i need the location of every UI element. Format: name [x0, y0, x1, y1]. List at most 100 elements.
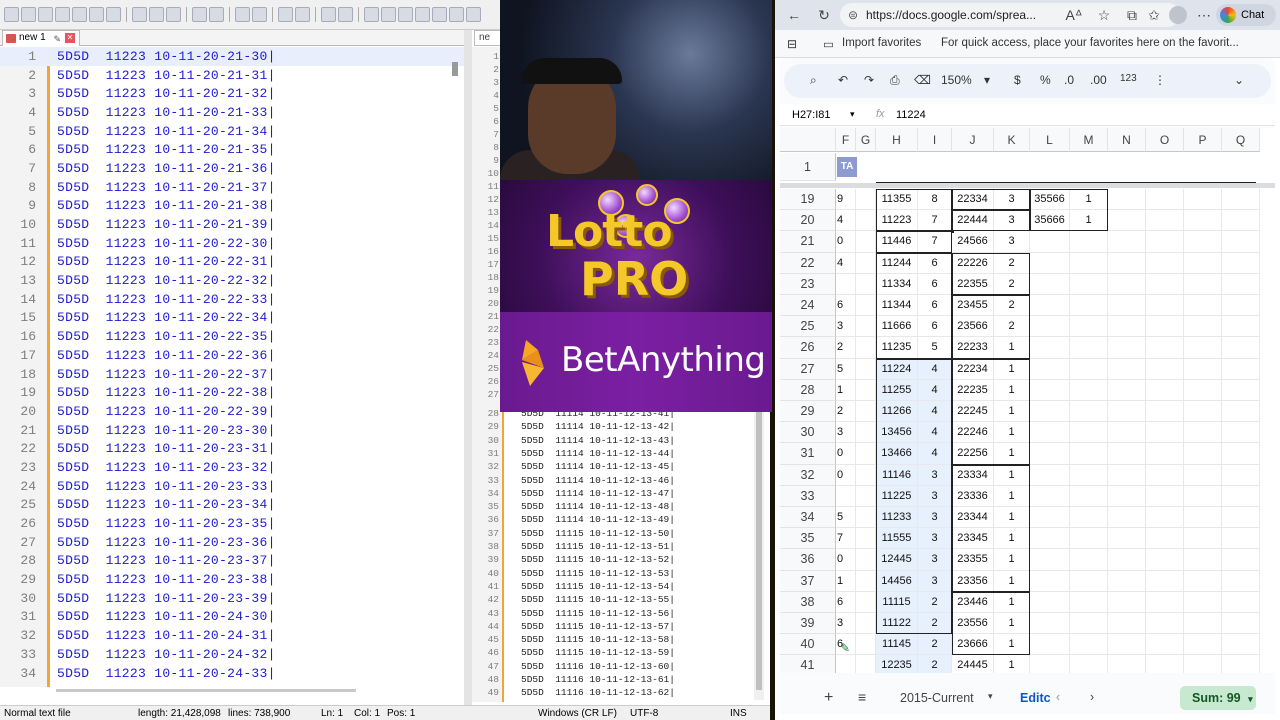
editor-line[interactable]: 46 5D5D 11115 10-11-12-13-59|: [472, 646, 675, 659]
line-text[interactable]: 5D5D 11115 10-11-12-13-57|: [499, 621, 675, 632]
cell-n39[interactable]: [1108, 613, 1146, 635]
line-text[interactable]: 5D5D 11223 10-11-20-22-39|: [36, 404, 276, 419]
cell-p28[interactable]: [1184, 379, 1222, 401]
cell-f29[interactable]: 2: [836, 401, 856, 423]
cell-j29[interactable]: 22245: [952, 401, 994, 423]
cell-q30[interactable]: [1222, 422, 1260, 444]
show-all-chars-icon[interactable]: [381, 7, 396, 22]
cell-j40[interactable]: 23666: [952, 634, 994, 656]
eol-format[interactable]: Windows (CR LF): [538, 708, 617, 719]
cell-m39[interactable]: [1070, 613, 1108, 635]
editor-line[interactable]: 18 5D5D 11223 10-11-20-22-37|: [0, 365, 470, 384]
column-header-l[interactable]: L: [1030, 128, 1070, 152]
chevron-down-icon[interactable]: ▾: [984, 73, 990, 87]
editor-line[interactable]: 32 5D5D 11114 10-11-12-13-45|: [472, 460, 675, 473]
cell-q29[interactable]: [1222, 401, 1260, 423]
cell-g36[interactable]: [856, 549, 876, 571]
editor-line[interactable]: 37 5D5D 11115 10-11-12-13-50|: [472, 527, 675, 540]
line-text[interactable]: 5D5D 11115 10-11-12-13-50|: [499, 528, 675, 539]
editor-line[interactable]: 34 5D5D 11114 10-11-12-13-47|: [472, 487, 675, 500]
cell-p38[interactable]: [1184, 591, 1222, 613]
cell-o26[interactable]: [1146, 337, 1184, 359]
cell-h29[interactable]: 11266: [876, 401, 918, 423]
editor-line[interactable]: 35 5D5D 11114 10-11-12-13-48|: [472, 500, 675, 513]
cell-j32[interactable]: 23334: [952, 464, 994, 486]
cell-n41[interactable]: [1108, 655, 1146, 673]
cell-k26[interactable]: 1: [994, 337, 1030, 359]
cell-f23[interactable]: [836, 273, 856, 295]
cell-l32[interactable]: [1030, 464, 1070, 486]
replace-icon[interactable]: [252, 7, 267, 22]
cell-p27[interactable]: [1184, 358, 1222, 380]
cell-p21[interactable]: [1184, 231, 1222, 253]
sync-horizontal-icon[interactable]: [338, 7, 353, 22]
close-all-icon[interactable]: [89, 7, 104, 22]
column-header-f[interactable]: F: [836, 128, 856, 152]
editor-line[interactable]: 26 5D5D 11223 10-11-20-23-35|: [0, 514, 470, 533]
cell-g23[interactable]: [856, 273, 876, 295]
redo-icon[interactable]: [209, 7, 224, 22]
line-text[interactable]: 5D5D 11223 10-11-20-23-32|: [36, 460, 276, 475]
cell-n20[interactable]: [1108, 210, 1146, 232]
cell-n29[interactable]: [1108, 401, 1146, 423]
row-header[interactable]: 29: [780, 401, 836, 423]
cell-h38[interactable]: 11115: [876, 591, 918, 613]
cell-q28[interactable]: [1222, 379, 1260, 401]
cell-k30[interactable]: 1: [994, 422, 1030, 444]
cell-h22[interactable]: 11244: [876, 252, 918, 274]
number-format[interactable]: 123: [1120, 73, 1137, 84]
editor-line[interactable]: 33 5D5D 11114 10-11-12-13-46|: [472, 474, 675, 487]
function-list-icon[interactable]: [449, 7, 464, 22]
column-header-p[interactable]: P: [1184, 128, 1222, 152]
tab-new-1[interactable]: new 1 ✎ ✕: [2, 30, 80, 46]
cell-j27[interactable]: 22234: [952, 358, 994, 380]
cell-j20[interactable]: 22444: [952, 210, 994, 232]
editor-line[interactable]: 28 5D5D 11223 10-11-20-23-37|: [0, 552, 470, 571]
cell-l34[interactable]: [1030, 507, 1070, 529]
cell-h40[interactable]: 11145: [876, 634, 918, 656]
line-text[interactable]: 5D5D 11223 10-11-20-23-33|: [36, 479, 276, 494]
editor-line[interactable]: 41 5D5D 11115 10-11-12-13-54|: [472, 580, 675, 593]
line-text[interactable]: 5D5D 11223 10-11-20-23-37|: [36, 553, 276, 568]
cell-p39[interactable]: [1184, 613, 1222, 635]
cell-k25[interactable]: 2: [994, 316, 1030, 338]
cell-m22[interactable]: [1070, 252, 1108, 274]
cell-j41[interactable]: 24445: [952, 655, 994, 673]
cell-f27[interactable]: 5: [836, 358, 856, 380]
cell-o24[interactable]: [1146, 295, 1184, 317]
cell-f21[interactable]: 0: [836, 231, 856, 253]
more-options-icon[interactable]: ⋮: [1154, 73, 1166, 87]
cell-i30[interactable]: 4: [918, 422, 952, 444]
line-text[interactable]: 5D5D 11115 10-11-12-13-56|: [499, 608, 675, 619]
back-icon[interactable]: ←: [785, 6, 803, 24]
print-icon[interactable]: ⎙: [890, 73, 900, 88]
cell-h27[interactable]: 11224: [876, 358, 918, 380]
cell-f38[interactable]: 6: [836, 591, 856, 613]
line-text[interactable]: 5D5D 11223 10-11-20-21-35|: [36, 142, 276, 157]
favorite-star-icon[interactable]: ☆: [1095, 6, 1113, 24]
cell-q25[interactable]: [1222, 316, 1260, 338]
cell-f33[interactable]: [836, 485, 856, 507]
editor-line[interactable]: 34 5D5D 11223 10-11-20-24-33|: [0, 664, 470, 683]
line-text[interactable]: 5D5D 11223 10-11-20-21-32|: [36, 86, 276, 101]
line-text[interactable]: 5D5D 11115 10-11-12-13-51|: [499, 541, 675, 552]
line-text[interactable]: 5D5D 11223 10-11-20-23-30|: [36, 423, 276, 438]
cell-f36[interactable]: 0: [836, 549, 856, 571]
line-text[interactable]: 5D5D 11114 10-11-12-13-46|: [499, 475, 675, 486]
cell-h28[interactable]: 11255: [876, 379, 918, 401]
cell-l41[interactable]: [1030, 655, 1070, 673]
collections-icon[interactable]: ⊟: [787, 37, 797, 51]
cell-o38[interactable]: [1146, 591, 1184, 613]
cell-k28[interactable]: 1: [994, 379, 1030, 401]
row-header[interactable]: 39: [780, 613, 836, 635]
cell-q27[interactable]: [1222, 358, 1260, 380]
add-sheet-button[interactable]: +: [824, 689, 833, 707]
cell-p40[interactable]: [1184, 634, 1222, 656]
cell-o34[interactable]: [1146, 507, 1184, 529]
row-header[interactable]: 41: [780, 655, 836, 673]
editor-line[interactable]: 23 5D5D 11223 10-11-20-23-32|: [0, 458, 470, 477]
cell-i40[interactable]: 2: [918, 634, 952, 656]
decrease-decimal[interactable]: .0: [1064, 73, 1074, 87]
cell-n28[interactable]: [1108, 379, 1146, 401]
cell-f22[interactable]: 4: [836, 252, 856, 274]
